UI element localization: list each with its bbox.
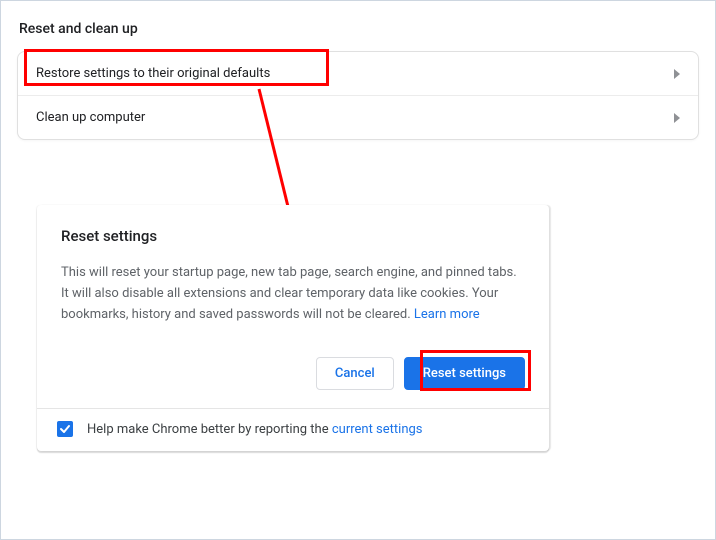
report-settings-label: Help make Chrome better by reporting the… [87,422,423,437]
section-title: Reset and clean up [19,21,699,37]
current-settings-link[interactable]: current settings [332,422,423,437]
restore-defaults-row[interactable]: Restore settings to their original defau… [18,52,698,96]
restore-defaults-label: Restore settings to their original defau… [36,66,270,81]
chevron-right-icon [674,113,680,123]
learn-more-link[interactable]: Learn more [414,307,480,322]
checkmark-icon [59,423,71,435]
dialog-title: Reset settings [61,227,525,245]
clean-up-computer-row[interactable]: Clean up computer [18,96,698,139]
chevron-right-icon [674,69,680,79]
dialog-description: This will reset your startup page, new t… [61,263,525,325]
reset-settings-dialog: Reset settings This will reset your star… [37,205,549,451]
clean-up-computer-label: Clean up computer [36,110,145,125]
reset-cleanup-card: Restore settings to their original defau… [17,51,699,140]
report-settings-checkbox[interactable] [57,421,73,437]
reset-settings-button[interactable]: Reset settings [404,357,525,390]
cancel-button[interactable]: Cancel [316,357,394,390]
